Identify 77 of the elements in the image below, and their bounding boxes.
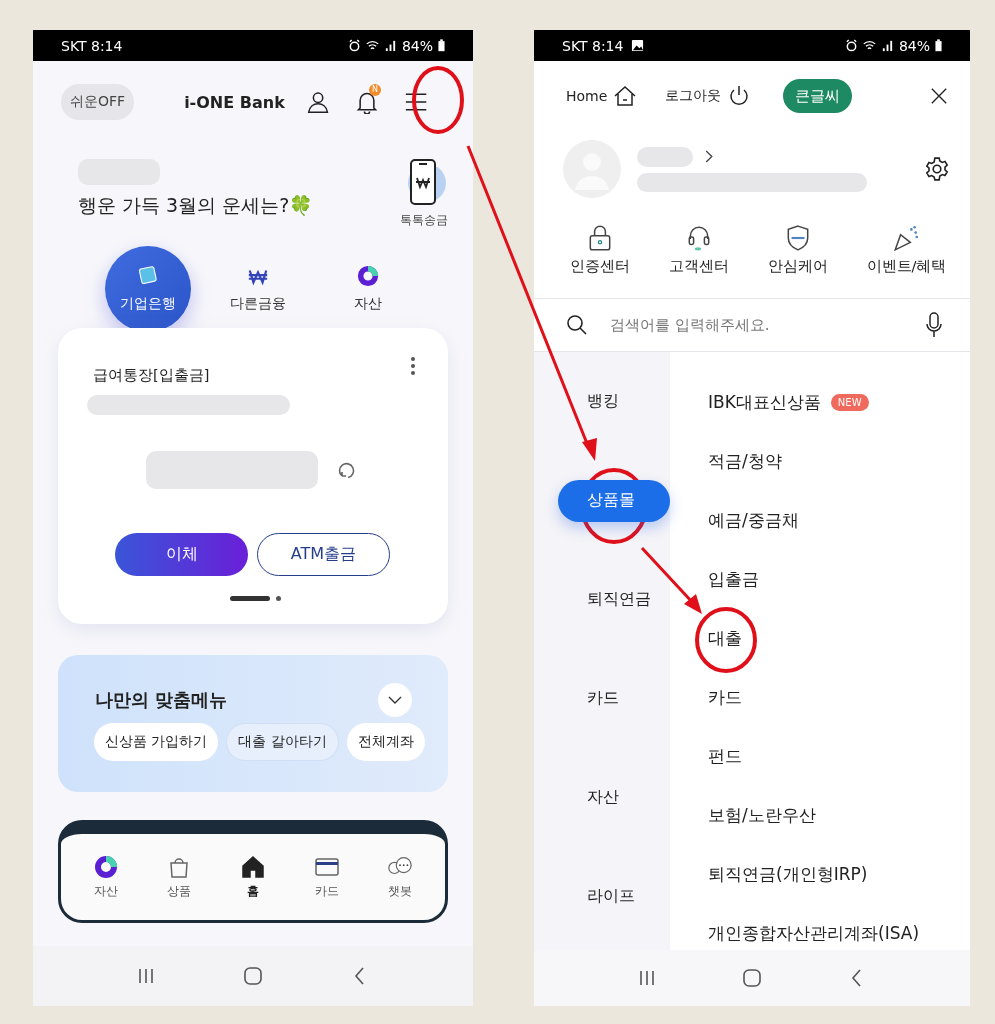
product-menu-item[interactable]: 적금/청약 [708, 450, 782, 473]
home-button-icon[interactable] [243, 966, 263, 986]
product-menu-item[interactable]: 펀드 [708, 745, 742, 768]
menu-chip[interactable]: 전체계좌 [346, 723, 425, 761]
home-link[interactable]: Home [566, 84, 638, 108]
status-time: SKT 8:14 [562, 37, 624, 54]
product-menu-item[interactable]: 입출금 [708, 568, 759, 591]
shortcut-item[interactable]: 이벤트/혜택 [866, 224, 947, 276]
status-time: SKT 8:14 [61, 37, 123, 54]
search-field[interactable]: 검색어를 입력해주세요. [608, 315, 906, 335]
account-tab[interactable]: 다른금융 [215, 246, 301, 332]
custom-menu-title: 나만의 맞춤메뉴 [95, 688, 228, 712]
home-icon [240, 854, 266, 879]
nav-item[interactable]: 홈 [240, 854, 266, 900]
category-item[interactable]: 상품몰 [558, 479, 670, 522]
category-item[interactable]: 라이프 [534, 875, 635, 918]
home-icon [613, 84, 638, 108]
more-options-icon[interactable] [410, 356, 416, 376]
account-tab[interactable]: 자산 [325, 246, 411, 332]
product-menu-item[interactable]: 예금/중금채 [708, 509, 799, 532]
battery-percent: 84% [401, 37, 433, 54]
home-button-icon[interactable] [742, 968, 762, 988]
chevron-down-icon [388, 696, 402, 704]
signal-icon [383, 39, 397, 52]
product-menu-item[interactable]: 대출 [708, 627, 742, 650]
expand-button[interactable] [378, 683, 412, 717]
alarm-icon [347, 39, 361, 52]
product-menu-item[interactable]: IBK대표신상품 [708, 391, 821, 414]
menu-chip[interactable]: 대출 갈아타기 [226, 723, 339, 761]
shortcut-item[interactable]: 인증센터 [569, 224, 630, 276]
menu-chip[interactable]: 신상품 가입하기 [94, 723, 219, 761]
microphone-icon[interactable] [926, 312, 942, 338]
battery-icon [438, 39, 445, 52]
nav-item[interactable]: 챗봇 [387, 854, 414, 900]
battery-percent: 84% [898, 37, 930, 54]
nav-item[interactable]: 상품 [166, 854, 193, 900]
wifi-icon [862, 39, 876, 52]
app-logo: i-ONE Bank [184, 92, 285, 112]
annotation-circle [412, 66, 464, 134]
nav-item[interactable]: 카드 [313, 854, 340, 900]
account-name: 급여통장[입출금] [93, 366, 210, 385]
donut-chart-icon [357, 265, 379, 287]
product-menu-item[interactable]: 보험/노란우산 [708, 804, 816, 827]
wifi-icon [365, 39, 379, 52]
redacted-name [637, 146, 693, 167]
product-menu-item[interactable]: 카드 [708, 686, 742, 709]
easy-mode-toggle[interactable]: 쉬운OFF [61, 84, 135, 120]
close-icon[interactable] [930, 87, 948, 105]
category-item[interactable]: 카드 [534, 677, 619, 720]
quick-transfer-label: 톡톡송금 [400, 213, 448, 228]
nav-item[interactable]: 자산 [92, 854, 119, 900]
category-item[interactable]: 자산 [534, 776, 619, 819]
annotation-circle [695, 607, 757, 673]
category-item[interactable]: 뱅킹 [534, 380, 619, 423]
greeting-text: 행운 가득 3월의 운세는?🍀 [78, 193, 314, 218]
shortcut-item[interactable]: 안심케어 [767, 224, 828, 276]
battery-icon [935, 39, 942, 52]
product-menu-item[interactable]: 개인종합자산관리계좌(ISA) [708, 922, 919, 945]
party-popper-icon [893, 224, 920, 252]
bank-card-icon [137, 265, 159, 287]
product-menu-item[interactable]: 퇴직연금(개인형IRP) [708, 863, 868, 886]
logout-link[interactable]: 로그아웃 [665, 84, 752, 108]
notification-badge: N [368, 84, 381, 96]
settings-icon[interactable] [924, 156, 950, 182]
category-item[interactable]: 퇴직연금 [534, 578, 651, 621]
signal-icon [880, 39, 894, 52]
profile-icon[interactable] [306, 90, 329, 114]
shortcut-item[interactable]: 고객센터 [668, 224, 729, 276]
new-badge: NEW [830, 394, 869, 411]
chevron-right-icon[interactable] [705, 150, 713, 163]
search-icon [566, 314, 588, 336]
image-icon [631, 39, 645, 52]
donut-chart-icon [92, 854, 119, 879]
alarm-icon [844, 39, 858, 52]
account-action-button[interactable]: 이체 [115, 533, 248, 576]
large-text-button[interactable]: 큰글씨 [783, 79, 853, 113]
account-action-button[interactable]: ATM출금 [257, 533, 390, 576]
